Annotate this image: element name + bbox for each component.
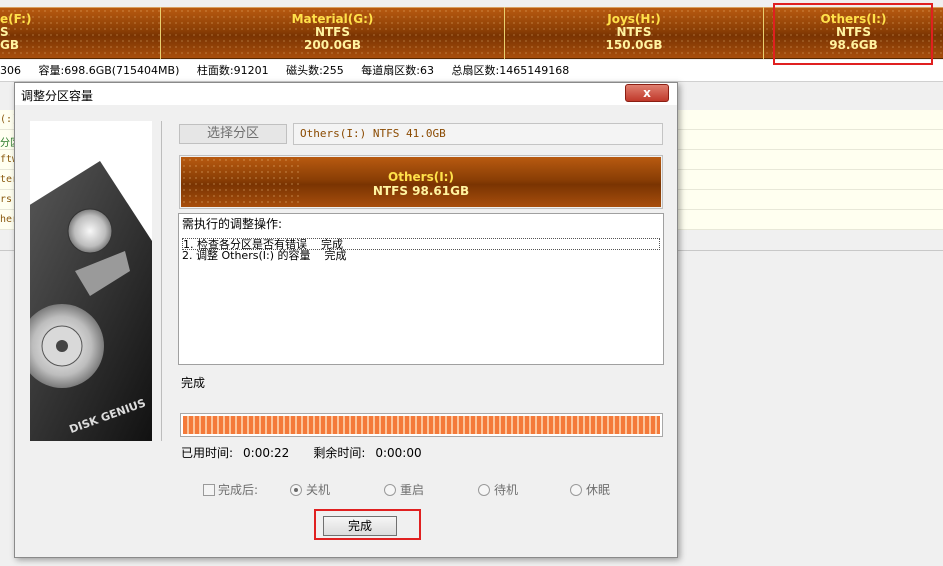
partition-separator	[160, 7, 161, 59]
partition-highlight	[773, 3, 933, 65]
radio-shutdown[interactable]: 关机	[290, 481, 330, 498]
partition-h[interactable]: Joys(H:) NTFS 150.0GB	[505, 7, 763, 59]
select-partition-button[interactable]: 选择分区	[179, 124, 287, 144]
radio-icon	[570, 484, 582, 496]
partition-visual-name: Others(I:)	[388, 170, 454, 184]
time-info: 已用时间: 0:00:22 剩余时间: 0:00:00	[181, 444, 432, 461]
radio-icon	[384, 484, 396, 496]
disk-info-id: 306	[0, 64, 21, 77]
elapsed-label: 已用时间:	[181, 446, 234, 460]
after-done-label: 完成后:	[218, 483, 259, 497]
partition-bar: e(F:) S GB Material(G:) NTFS 200.0GB Joy…	[0, 0, 943, 66]
operations-header: 需执行的调整操作:	[182, 217, 283, 231]
list-item[interactable]: 2. 调整 Others(I:) 的容量 完成	[182, 250, 660, 262]
elapsed-time: 0:00:22	[243, 446, 290, 460]
checkbox-icon	[203, 484, 215, 496]
disk-cylinders: 柱面数:91201	[196, 64, 269, 77]
progress-bar	[180, 413, 663, 437]
after-done-checkbox[interactable]: 完成后:	[203, 481, 258, 498]
progress-fill	[183, 416, 660, 434]
partition-g[interactable]: Material(G:) NTFS 200.0GB	[161, 7, 504, 59]
disk-sectors-per-track: 每道扇区数:63	[361, 64, 434, 77]
divider	[161, 121, 162, 441]
disk-capacity: 容量:698.6GB(715404MB)	[38, 64, 180, 77]
status-label: 完成	[181, 376, 206, 390]
disk-heads: 磁头数:255	[286, 64, 344, 77]
radio-selected-icon	[290, 484, 302, 496]
partition-separator	[504, 7, 505, 59]
resize-partition-dialog: 调整分区容量 x DISK GENIUS 选择分区 Others(I:) NTF…	[14, 82, 678, 558]
dialog-titlebar[interactable]: 调整分区容量 x	[15, 83, 677, 105]
dialog-title: 调整分区容量	[21, 89, 94, 103]
radio-label: 休眠	[586, 483, 611, 497]
remaining-label: 剩余时间:	[313, 446, 366, 460]
disk-total-sectors: 总扇区数:1465149168	[451, 64, 570, 77]
partition-f[interactable]: e(F:) S GB	[0, 7, 160, 59]
partition-size: 200.0GB	[304, 38, 361, 52]
radio-restart[interactable]: 重启	[384, 481, 424, 498]
partition-size: GB	[0, 38, 19, 52]
partition-visual: Others(I:) NTFS 98.61GB	[179, 155, 663, 209]
disk-genius-logo: DISK GENIUS	[30, 121, 152, 441]
partition-size: 150.0GB	[605, 38, 663, 52]
radio-standby[interactable]: 待机	[478, 481, 518, 498]
partition-visual-size: NTFS 98.61GB	[372, 184, 470, 198]
radio-label: 待机	[494, 483, 519, 497]
close-button[interactable]: x	[625, 84, 669, 102]
radio-label: 关机	[306, 483, 331, 497]
operations-list: 需执行的调整操作: 1. 检查各分区是否有错误 完成 2. 调整 Others(…	[178, 213, 664, 365]
partition-name: e(F:)	[0, 12, 32, 26]
radio-hibernate[interactable]: 休眠	[570, 481, 610, 498]
close-icon: x	[643, 86, 651, 100]
done-button-highlight	[314, 509, 421, 540]
remaining-time: 0:00:00	[375, 446, 422, 460]
radio-label: 重启	[400, 483, 425, 497]
partition-fs: S	[0, 25, 9, 39]
selected-partition-info: Others(I:) NTFS 41.0GB	[293, 123, 663, 145]
radio-icon	[478, 484, 490, 496]
partition-separator	[763, 7, 764, 59]
